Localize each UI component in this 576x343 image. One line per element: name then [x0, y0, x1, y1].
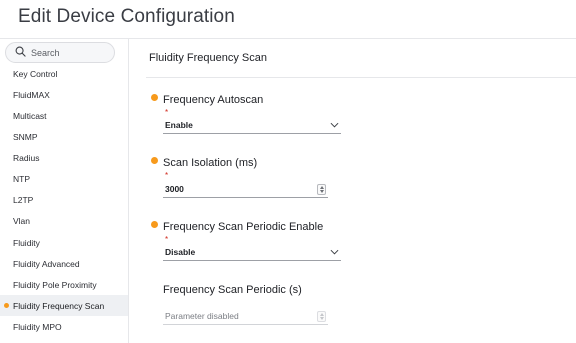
scan-isolation-stepper[interactable] — [317, 184, 326, 195]
sidebar-item-label: Fluidity — [13, 237, 40, 248]
chevron-down-icon — [330, 122, 339, 128]
sidebar-item-fluidity[interactable]: Fluidity — [0, 232, 128, 253]
sidebar-item-key-control[interactable]: Key Control — [0, 63, 128, 84]
sidebar-item-vlan[interactable]: Vlan — [0, 210, 128, 231]
sidebar-item-label: Fluidity Pole Proximity — [13, 279, 97, 290]
periodic-input: Parameter disabled — [163, 308, 328, 325]
page-title: Edit Device Configuration — [18, 6, 235, 27]
periodic-enable-value: Disable — [165, 247, 196, 257]
sidebar-item-multicast[interactable]: Multicast — [0, 105, 128, 126]
required-mark: * — [165, 171, 169, 180]
sidebar-item-label: Fluidity Advanced — [13, 258, 80, 269]
required-mark: * — [165, 108, 169, 117]
periodic-enable-label: Frequency Scan Periodic Enable — [163, 221, 324, 233]
sidebar-item-fluidity-pole-proximity[interactable]: Fluidity Pole Proximity — [0, 274, 128, 295]
sidebar-item-fluidity-frequency-scan[interactable]: Fluidity Frequency Scan — [0, 295, 128, 316]
frequency-autoscan-select[interactable]: Enable — [163, 117, 341, 134]
sidebar-item-label: Multicast — [13, 110, 47, 121]
periodic-enable-select[interactable]: Disable — [163, 244, 341, 261]
section-title: Fluidity Frequency Scan — [149, 52, 267, 64]
scan-isolation-value: 3000 — [165, 184, 184, 194]
sidebar-item-label: Fluidity MPO — [13, 321, 62, 332]
frequency-autoscan-value: Enable — [165, 120, 193, 130]
modified-indicator — [4, 303, 9, 308]
sidebar-item-ntp[interactable]: NTP — [0, 168, 128, 189]
section-divider — [146, 77, 576, 78]
search-icon — [15, 44, 26, 62]
sidebar-item-fluidmax[interactable]: FluidMAX — [0, 84, 128, 105]
scan-isolation-label: Scan Isolation (ms) — [163, 157, 258, 169]
sidebar-item-fluidity-advanced[interactable]: Fluidity Advanced — [0, 253, 128, 274]
search-input[interactable] — [31, 47, 111, 58]
frequency-autoscan-label: Frequency Autoscan — [163, 94, 264, 106]
sidebar-item-label: Vlan — [13, 215, 31, 226]
required-mark: * — [165, 235, 169, 244]
periodic-placeholder: Parameter disabled — [165, 311, 239, 321]
sidebar-item-l2tp[interactable]: L2TP — [0, 189, 128, 210]
sidebar-item-snmp[interactable]: SNMP — [0, 126, 128, 147]
sidebar-item-label: Fluidity Frequency Scan — [13, 300, 105, 311]
sidebar-item-radius[interactable]: Radius — [0, 147, 128, 168]
sidebar-item-label: Radius — [13, 152, 40, 163]
search-box[interactable] — [5, 42, 115, 63]
scan-isolation-input[interactable]: 3000 — [163, 181, 328, 198]
sidebar-item-fluidity-mpo[interactable]: Fluidity MPO — [0, 316, 128, 337]
sidebar-item-label: Key Control — [13, 68, 58, 79]
sidebar-item-label: NTP — [13, 173, 30, 184]
modified-indicator — [151, 157, 158, 164]
sidebar-item-label: FluidMAX — [13, 89, 50, 100]
chevron-down-icon — [330, 249, 339, 255]
periodic-label: Frequency Scan Periodic (s) — [163, 284, 302, 296]
sidebar-item-label: SNMP — [13, 131, 38, 142]
modified-indicator — [151, 94, 158, 101]
periodic-stepper — [317, 311, 326, 322]
modified-indicator — [151, 221, 158, 228]
sidebar: Key Control FluidMAX Multicast SNMP Radi… — [0, 39, 129, 343]
sidebar-item-label: L2TP — [13, 194, 34, 205]
